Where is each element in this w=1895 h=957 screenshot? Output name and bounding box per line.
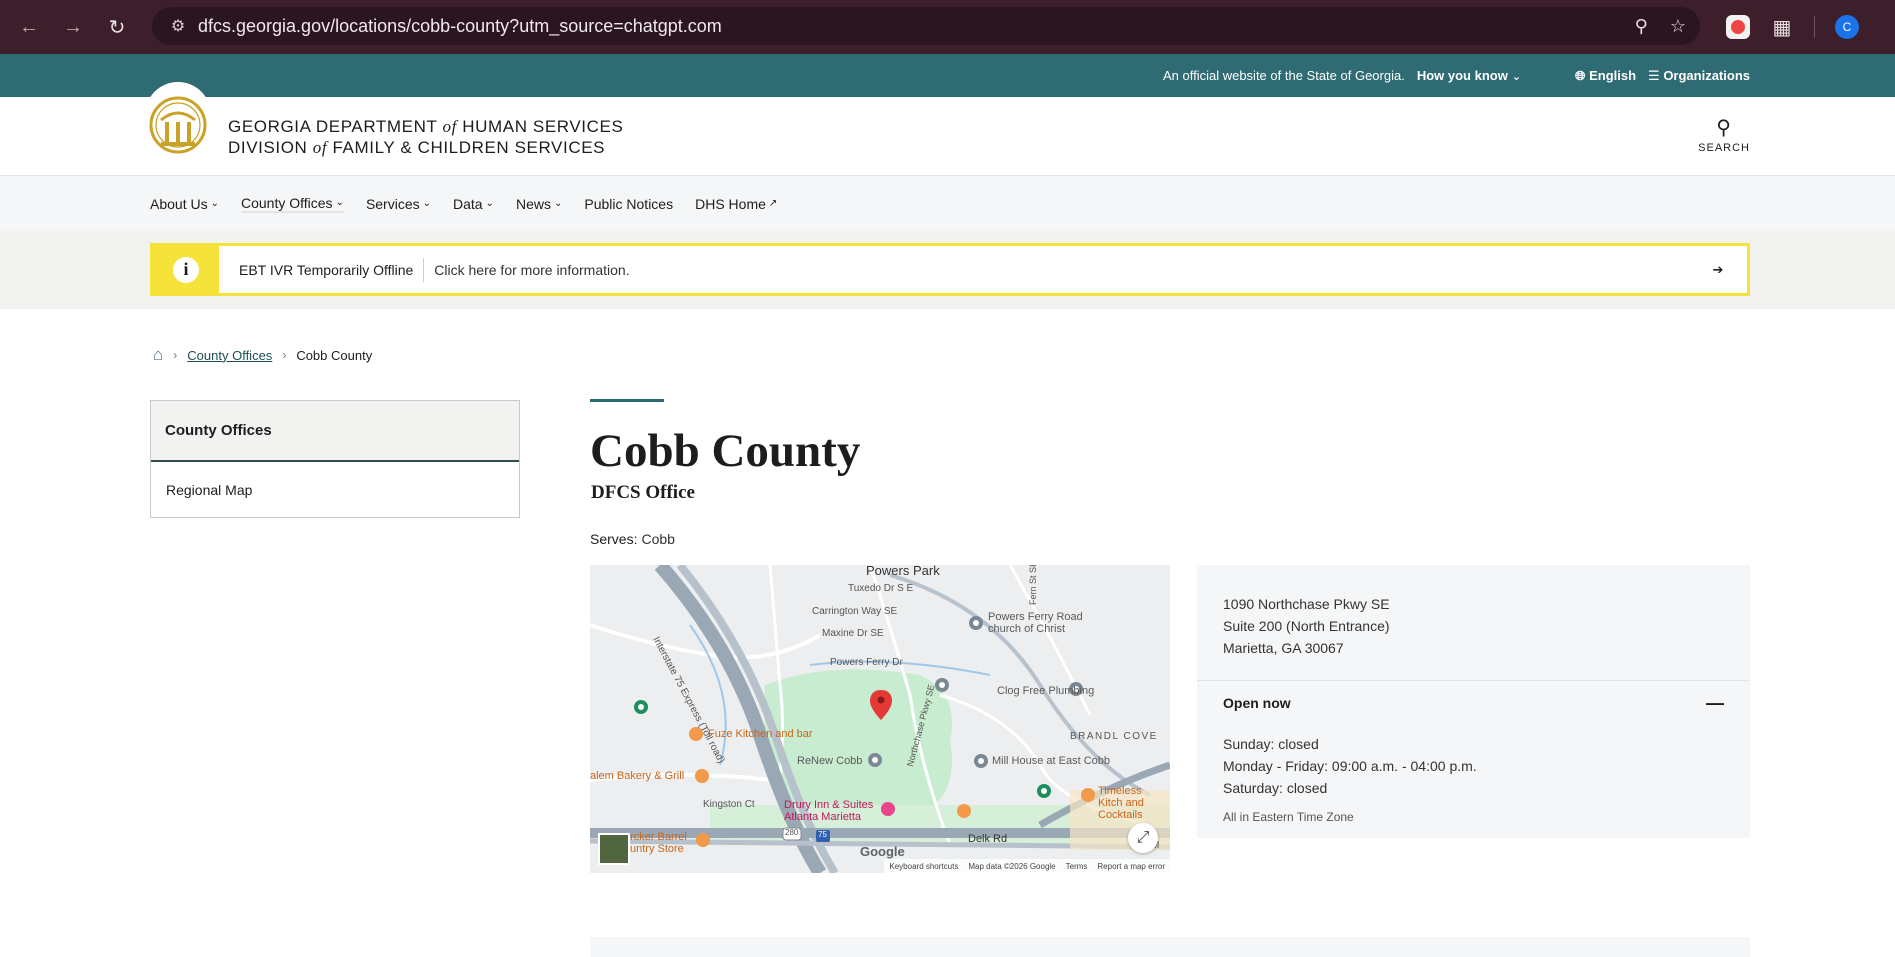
breadcrumb-county-offices[interactable]: County Offices <box>187 348 272 363</box>
alert-region: i EBT IVR Temporarily Offline Click here… <box>0 231 1895 309</box>
site-header: GEORGIA DEPARTMENT of HUMAN SERVICES DIV… <box>0 82 1895 176</box>
map-label: Mill House at East Cobb <box>992 755 1110 767</box>
official-statement: An official website of the State of Geor… <box>1162 68 1405 83</box>
bookmark-star-icon[interactable]: ☆ <box>1670 16 1686 37</box>
url-text[interactable]: dfcs.georgia.gov/locations/cobb-county?u… <box>198 16 722 37</box>
home-icon[interactable]: ⌂ <box>153 345 163 365</box>
timezone-note: All in Eastern Time Zone <box>1223 810 1354 824</box>
sidenav-item-regional-map[interactable]: Regional Map <box>151 462 519 517</box>
list-icon: ☰ <box>1648 67 1660 83</box>
browser-toolbar: ← → ↻ ⚙ dfcs.georgia.gov/locations/cobb-… <box>0 0 1895 54</box>
info-divider <box>1197 680 1750 681</box>
toolbar-divider <box>1814 16 1815 38</box>
nav-item-county-offices[interactable]: County Offices ⌄ <box>240 195 344 213</box>
extensions-puzzle-icon[interactable]: ▦ <box>1770 15 1794 39</box>
map-label: Carrington Way SE <box>812 606 898 617</box>
map-label: Kingston Ct <box>703 799 755 810</box>
map-label: BRANDL COVE <box>1070 731 1158 742</box>
arrow-right-icon[interactable]: ➔ <box>1707 259 1729 281</box>
chevron-down-icon: ⌄ <box>335 197 344 208</box>
search-icon: ⚲ <box>1716 117 1732 139</box>
chevron-down-icon: ⌄ <box>422 198 432 209</box>
collapse-minus-icon[interactable]: — <box>1706 693 1724 714</box>
site-settings-icon[interactable]: ⚙ <box>158 16 198 36</box>
map-label: Powers Park <box>866 565 940 578</box>
breadcrumb-current: Cobb County <box>296 347 373 363</box>
chevron-down-icon: ⌄ <box>210 198 219 209</box>
agency-name[interactable]: GEORGIA DEPARTMENT of HUMAN SERVICES DIV… <box>228 116 623 158</box>
next-section-band <box>590 937 1750 957</box>
alert-title: EBT IVR Temporarily Offline <box>219 257 425 282</box>
alert-banner[interactable]: i EBT IVR Temporarily Offline Click here… <box>150 243 1750 296</box>
forward-arrow-icon[interactable]: → <box>58 12 88 42</box>
chevron-down-icon: ⌄ <box>1511 71 1522 83</box>
profile-avatar[interactable]: C <box>1835 15 1859 39</box>
map-label: rcker Barrel untry Store <box>630 831 687 855</box>
map-label: Powers Ferry Road church of Christ <box>988 611 1083 635</box>
title-accent-bar <box>590 399 664 402</box>
organizations-link[interactable]: ☰ Organizations <box>1648 68 1750 84</box>
office-map[interactable]: Powers Park Tuxedo Dr S E Carrington Way… <box>590 565 1170 873</box>
map-footer: Keyboard shortcuts Map data ©2026 Google… <box>884 859 1170 873</box>
map-label: alem Bakery & Grill <box>590 770 685 782</box>
side-navigation: County Offices Regional Map <box>150 400 520 518</box>
reload-icon[interactable]: ↻ <box>102 12 132 42</box>
chevron-down-icon: ⌄ <box>554 198 563 209</box>
nav-item-services[interactable]: Services ⌄ <box>366 196 431 212</box>
page-title: Cobb County <box>590 425 861 477</box>
map-label: Clog Free Plumbing <box>997 685 1095 697</box>
map-label: Maxine Dr SE <box>822 628 884 639</box>
satellite-toggle[interactable] <box>598 833 630 865</box>
map-label: ReNew Cobb <box>797 755 863 767</box>
chevron-right-icon: › <box>173 348 178 362</box>
back-arrow-icon[interactable]: ← <box>14 12 44 42</box>
report-error-link[interactable]: Report a map error <box>1097 862 1165 871</box>
external-link-icon: ↗ <box>768 198 778 209</box>
serves-info: Serves: Cobb <box>590 531 675 547</box>
route-shield-label: 75 <box>818 830 827 839</box>
office-hours: Sunday: closed Monday - Friday: 09:00 a.… <box>1223 736 1477 796</box>
how-you-know-toggle[interactable]: How you know ⌄ <box>1417 68 1521 83</box>
search-button[interactable]: ⚲ SEARCH <box>1698 115 1750 154</box>
language-selector[interactable]: 🌐︎ English <box>1575 68 1636 84</box>
map-label: Fuze Kitchen and bar <box>708 728 813 740</box>
extension-icon[interactable] <box>1726 15 1750 39</box>
nav-item-public-notices[interactable]: Public Notices <box>584 196 673 212</box>
terms-link[interactable]: Terms <box>1066 862 1088 871</box>
breadcrumb: ⌂ › County Offices › Cobb County <box>153 345 372 365</box>
map-label: Tuxedo Dr S E <box>848 583 914 594</box>
info-icon: i <box>153 246 219 293</box>
nav-item-about-us[interactable]: About Us ⌄ <box>150 196 219 212</box>
chevron-down-icon: ⌄ <box>485 198 494 209</box>
google-logo: Google <box>860 844 905 859</box>
main-navigation: About Us ⌄ County Offices ⌄ Services ⌄ Data… <box>0 176 1895 231</box>
fullscreen-icon[interactable]: ⤢ <box>1128 823 1158 853</box>
open-status[interactable]: Open now <box>1223 695 1291 711</box>
map-label: Fern St SE <box>1028 565 1038 605</box>
map-label: Delk Rd <box>968 833 1008 845</box>
map-label: Timeless Kitch and Cocktails <box>1098 785 1144 821</box>
nav-item-dhs-home[interactable]: DHS Home ↗ <box>695 196 777 212</box>
sidenav-heading[interactable]: County Offices <box>151 401 519 462</box>
chevron-right-icon: › <box>282 348 287 362</box>
map-label: Drury Inn & Suites Atlanta Marietta <box>784 799 874 823</box>
map-label: Powers Ferry Dr <box>830 657 903 668</box>
georgia-seal-logo[interactable] <box>145 82 211 156</box>
address-bar[interactable]: ⚙ dfcs.georgia.gov/locations/cobb-county… <box>152 7 1700 45</box>
map-data-credit: Map data ©2026 Google <box>968 861 1056 871</box>
nav-item-data[interactable]: Data ⌄ <box>453 196 494 212</box>
zoom-icon[interactable]: ⚲ <box>1635 16 1648 37</box>
office-info-panel: 1090 Northchase Pkwy SE Suite 200 (North… <box>1197 565 1750 838</box>
nav-item-news[interactable]: News ⌄ <box>516 196 562 212</box>
route-shield-label: 280 <box>785 828 799 837</box>
alert-message[interactable]: Click here for more information. <box>424 262 1707 278</box>
official-site-banner: An official website of the State of Geor… <box>0 54 1895 97</box>
office-address: 1090 Northchase Pkwy SE Suite 200 (North… <box>1223 596 1390 656</box>
page-subtitle: DFCS Office <box>591 482 695 503</box>
globe-icon: 🌐︎ <box>1575 67 1586 83</box>
keyboard-shortcuts-link[interactable]: Keyboard shortcuts <box>889 862 958 871</box>
